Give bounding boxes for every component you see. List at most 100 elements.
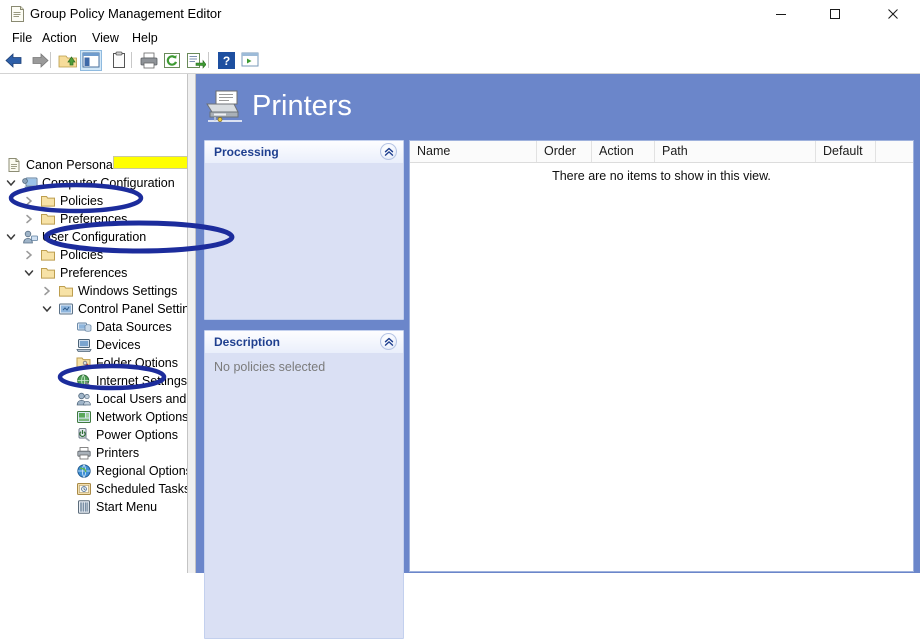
back-arrow-icon <box>5 53 22 68</box>
tree-item-user-configuration[interactable]: User Configuration <box>0 228 187 246</box>
description-panel-collapse-button[interactable] <box>380 333 397 350</box>
chevron-down-icon[interactable] <box>40 300 54 318</box>
tree-item-label: Scheduled Tasks <box>96 482 187 496</box>
tree-item-label: Policies <box>60 248 104 262</box>
help-question-icon: ? <box>218 52 235 69</box>
collapse-chevron-icon <box>384 337 393 346</box>
chevron-right-icon[interactable] <box>22 192 36 210</box>
tree-item-local-users-and-groups[interactable]: Local Users and Groups <box>0 390 187 408</box>
print-button[interactable] <box>138 50 160 71</box>
tree-item-label: Devices <box>96 338 141 352</box>
column-header-name[interactable]: Name <box>410 141 537 162</box>
forward-button[interactable] <box>29 50 51 71</box>
export-list-button[interactable] <box>184 50 207 71</box>
gpo-document-icon <box>6 157 22 173</box>
column-header-path[interactable]: Path <box>655 141 816 162</box>
processing-panel-header: Processing <box>205 141 403 164</box>
tree-item-label: Printers <box>96 446 140 460</box>
clipboard-icon <box>113 51 125 68</box>
maximize-icon <box>830 9 840 19</box>
chevron-right-icon[interactable] <box>22 246 36 264</box>
show-hide-tree-button[interactable] <box>80 50 102 71</box>
action-pane-icon <box>241 52 259 67</box>
close-button[interactable] <box>870 0 916 28</box>
forward-arrow-icon <box>32 53 49 68</box>
tree-item-computer-policies[interactable]: Policies <box>0 192 187 210</box>
results-header: Printers <box>196 74 920 136</box>
tree-item-internet-settings[interactable]: Internet Settings <box>0 372 187 390</box>
chevron-down-icon[interactable] <box>4 174 18 192</box>
printer-icon <box>140 52 158 69</box>
refresh-button[interactable] <box>161 50 183 71</box>
properties-button[interactable] <box>108 50 130 71</box>
chevron-down-icon[interactable] <box>22 264 36 282</box>
tree-item-start-menu[interactable]: Start Menu <box>0 498 187 516</box>
chevron-right-icon[interactable] <box>40 282 54 300</box>
minimize-icon <box>776 14 786 15</box>
tree-item-power-options[interactable]: Power Options <box>0 426 187 444</box>
column-header-order[interactable]: Order <box>537 141 592 162</box>
group-policy-management-editor-window: Group Policy Management Editor File Acti… <box>0 0 920 639</box>
tree-item-label: Internet Settings <box>96 374 187 388</box>
local-users-icon <box>76 391 92 407</box>
maximize-button[interactable] <box>812 0 858 28</box>
tree-item-label: Canon Personal <box>26 158 116 172</box>
console-tree-pane[interactable]: Canon Personal Computer Configuration Po… <box>0 74 187 573</box>
column-header-extra[interactable] <box>876 141 913 162</box>
column-header-default[interactable]: Default <box>816 141 876 162</box>
tree-item-data-sources[interactable]: Data Sources <box>0 318 187 336</box>
tree-item-label: Preferences <box>60 266 128 280</box>
folder-icon <box>40 247 56 263</box>
minimize-button[interactable] <box>758 0 804 28</box>
tree-item-label: Start Menu <box>96 500 158 514</box>
menu-file[interactable]: File <box>6 28 38 48</box>
tree-item-label: Windows Settings <box>78 284 178 298</box>
menu-action[interactable]: Action <box>36 28 83 48</box>
control-panel-icon <box>58 301 74 317</box>
tree-item-user-policies[interactable]: Policies <box>0 246 187 264</box>
tree-item-folder-options[interactable]: Folder Options <box>0 354 187 372</box>
back-button[interactable] <box>3 50 25 71</box>
tree-item-windows-settings[interactable]: Windows Settings <box>0 282 187 300</box>
menu-view[interactable]: View <box>86 28 125 48</box>
results-list-view[interactable]: Name Order Action Path Default There are… <box>409 140 914 572</box>
tree-item-label: Policies <box>60 194 104 208</box>
description-text: No policies selected <box>214 360 326 374</box>
folder-icon <box>40 193 56 209</box>
tree-item-computer-preferences[interactable]: Preferences <box>0 210 187 228</box>
column-header-action[interactable]: Action <box>592 141 655 162</box>
menu-help[interactable]: Help <box>126 28 164 48</box>
tree-item-devices[interactable]: Devices <box>0 336 187 354</box>
tree-item-network-options[interactable]: Network Options <box>0 408 187 426</box>
tree-item-control-panel-settings[interactable]: Control Panel Settings <box>0 300 187 318</box>
tree-item-scheduled-tasks[interactable]: Scheduled Tasks <box>0 480 187 498</box>
printers-large-icon <box>204 88 246 126</box>
close-icon <box>888 9 898 19</box>
tree-item-label: Folder Options <box>96 356 178 370</box>
processing-panel-collapse-button[interactable] <box>380 143 397 160</box>
tree-item-label: Network Options <box>96 410 187 424</box>
tree-item-label: User Configuration <box>42 230 147 244</box>
tree-item-user-preferences[interactable]: Preferences <box>0 264 187 282</box>
show-action-pane-button[interactable] <box>240 50 262 71</box>
menu-bar: File Action View Help <box>0 28 920 48</box>
page-title: Printers <box>252 90 352 122</box>
list-view-header: Name Order Action Path Default <box>410 141 913 163</box>
data-sources-icon <box>76 319 92 335</box>
tree-item-label: Preferences <box>60 212 128 226</box>
tree-item-label: Regional Options <box>96 464 187 478</box>
export-list-icon <box>187 53 207 69</box>
toolbar-separator <box>208 52 209 68</box>
pane-splitter[interactable] <box>187 74 196 573</box>
chevron-right-icon[interactable] <box>22 210 36 228</box>
tree-item-regional-options[interactable]: Regional Options <box>0 462 187 480</box>
tree-item-printers[interactable]: Printers <box>0 444 187 462</box>
processing-panel-body <box>205 163 403 319</box>
up-one-level-button[interactable] <box>57 50 79 71</box>
toolbar: ? <box>0 48 920 74</box>
chevron-down-icon[interactable] <box>4 228 18 246</box>
help-button[interactable]: ? <box>216 50 238 71</box>
tree-item-computer-configuration[interactable]: Computer Configuration <box>0 174 187 192</box>
refresh-icon <box>164 53 180 68</box>
user-config-icon <box>22 229 38 245</box>
